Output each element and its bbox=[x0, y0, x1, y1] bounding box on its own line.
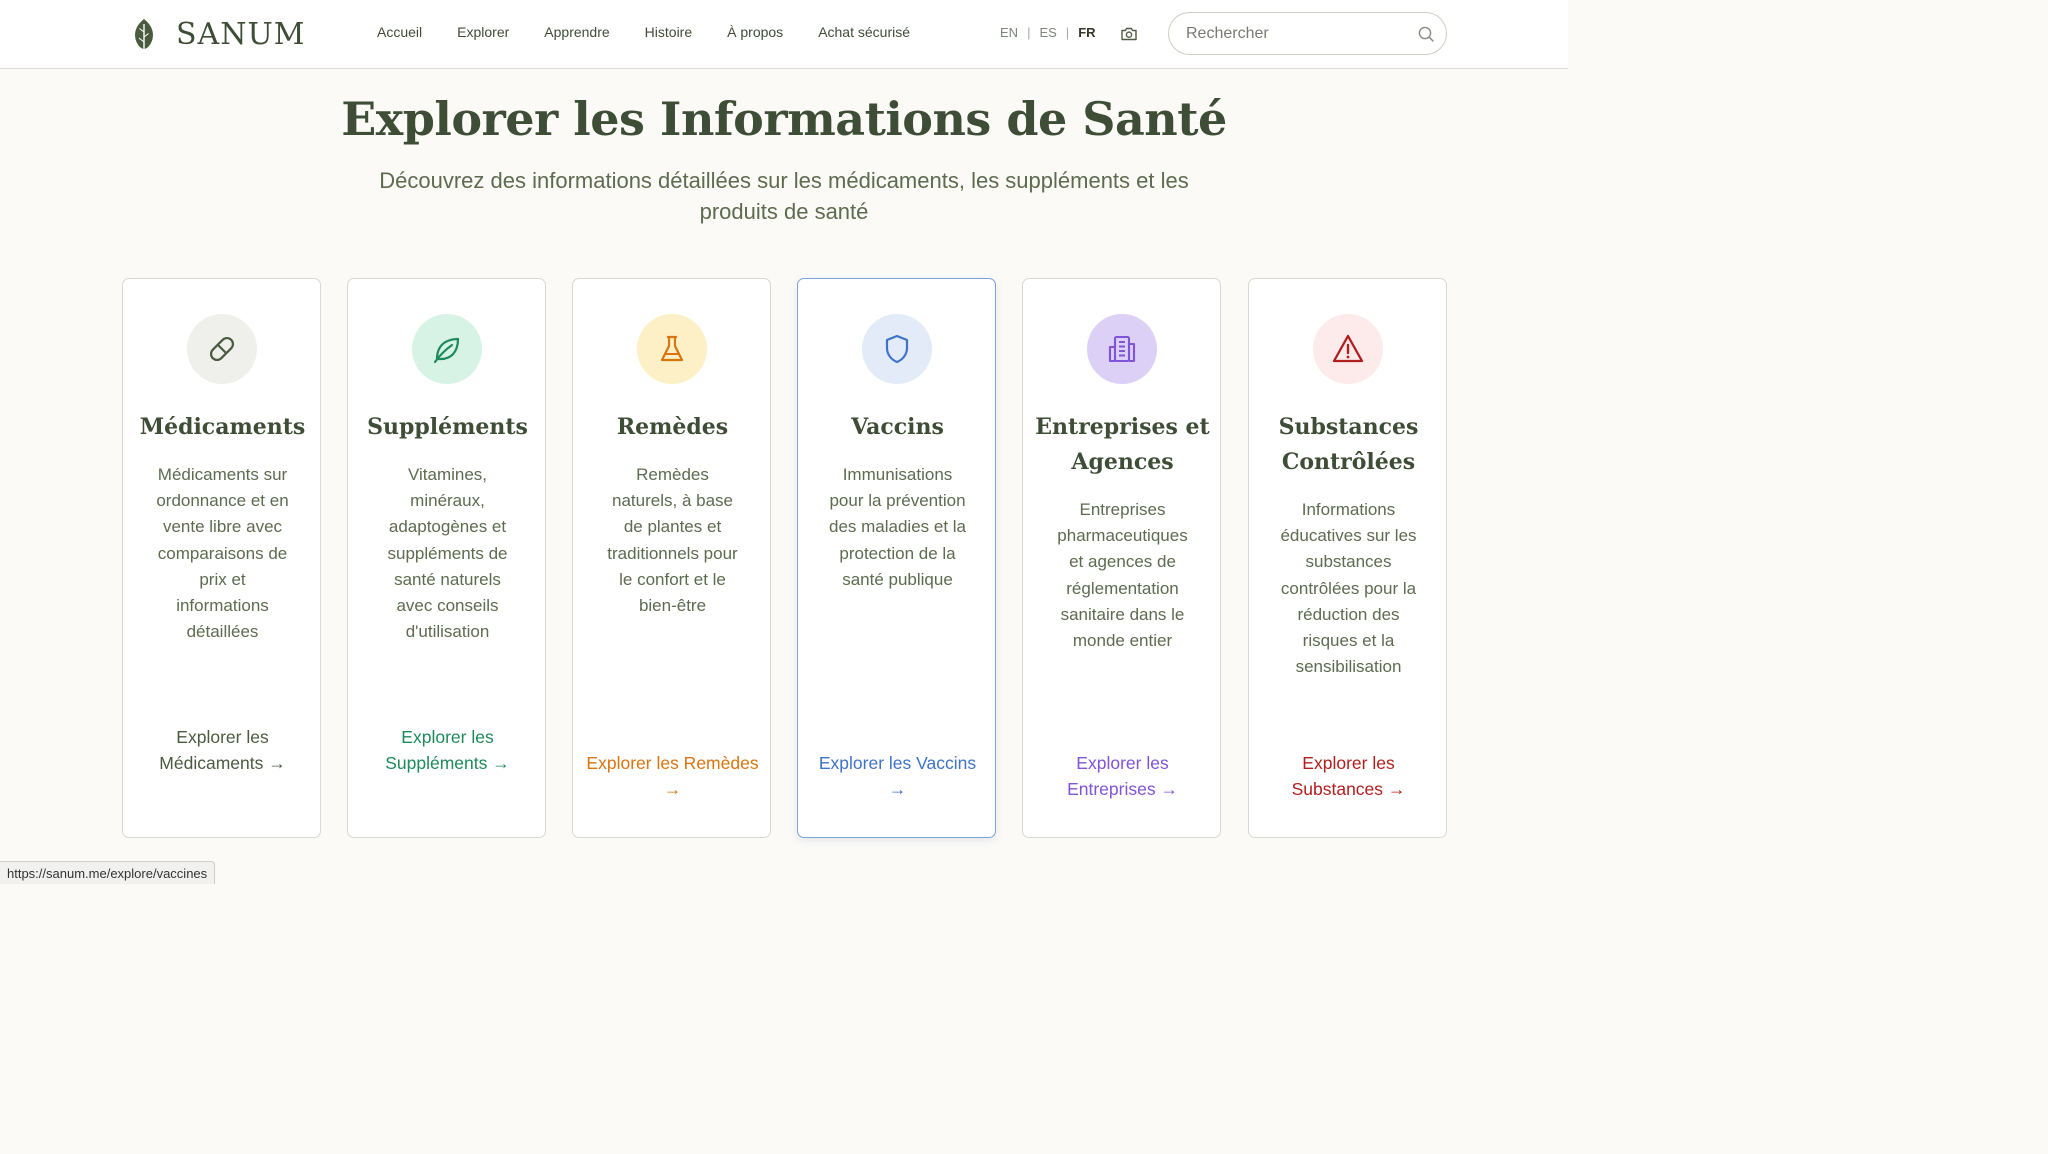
leaf-icon bbox=[433, 337, 460, 364]
lang-es[interactable]: ES bbox=[1039, 25, 1056, 40]
leaf-logo-icon bbox=[135, 19, 153, 49]
search-box bbox=[1168, 12, 1447, 55]
card-icon-circle bbox=[412, 314, 482, 384]
category-card-substances[interactable]: Substances Contrôlées Informations éduca… bbox=[1248, 278, 1447, 838]
card-link-supplements[interactable]: Explorer les Suppléments → bbox=[358, 724, 537, 776]
flask-icon bbox=[660, 335, 684, 362]
link-status-bar: https://sanum.me/explore/vaccines bbox=[0, 861, 216, 884]
card-description: Remèdes naturels, à base de plantes et t… bbox=[607, 465, 738, 616]
search-input[interactable] bbox=[1186, 13, 1406, 54]
card-icon-circle bbox=[637, 314, 707, 384]
card-link-vaccins[interactable]: Explorer les Vaccins → bbox=[808, 750, 987, 802]
card-title: Vaccins bbox=[851, 414, 944, 440]
card-title: Suppléments bbox=[367, 414, 528, 440]
brand-name: SANUM bbox=[176, 16, 306, 52]
card-link-medicaments[interactable]: Explorer les Médicaments → bbox=[133, 724, 312, 776]
nav-item-achat-securise[interactable]: Achat sécurisé bbox=[818, 24, 910, 40]
page-subtitle: Découvrez des informations détaillées su… bbox=[379, 168, 1189, 224]
top-navbar: SANUM Accueil Explorer Apprendre Histoir… bbox=[0, 0, 1568, 69]
pill-icon bbox=[209, 336, 235, 362]
card-icon-circle bbox=[187, 314, 257, 384]
lang-separator: | bbox=[1027, 25, 1031, 40]
nav-item-explorer[interactable]: Explorer bbox=[457, 24, 509, 40]
nav-item-a-propos[interactable]: À propos bbox=[727, 24, 783, 40]
card-icon-circle bbox=[1087, 314, 1157, 384]
nav-item-accueil[interactable]: Accueil bbox=[377, 24, 422, 40]
brand-logo[interactable]: SANUM bbox=[132, 16, 305, 52]
card-icon-circle bbox=[1313, 314, 1383, 384]
card-description: Vitamines, minéraux, adaptogènes et supp… bbox=[387, 465, 508, 642]
category-card-supplements[interactable]: Suppléments Vitamines, minéraux, adaptog… bbox=[347, 278, 546, 838]
shield-icon bbox=[885, 334, 909, 364]
card-link-substances[interactable]: Explorer les Substances → bbox=[1259, 750, 1438, 802]
lang-separator: | bbox=[1065, 25, 1070, 40]
lang-fr[interactable]: FR bbox=[1078, 25, 1095, 40]
camera-icon[interactable] bbox=[1119, 24, 1139, 44]
building-icon bbox=[1108, 335, 1136, 363]
nav-item-histoire[interactable]: Histoire bbox=[645, 24, 692, 40]
page-title: Explorer les Informations de Santé bbox=[341, 92, 1227, 146]
card-description: Informations éducatives sur les substanc… bbox=[1280, 500, 1417, 677]
card-description: Immunisations pour la prévention des mal… bbox=[828, 465, 967, 589]
card-description: Médicaments sur ordonnance et en vente l… bbox=[156, 465, 289, 642]
category-card-entreprises[interactable]: Entreprises et Agences Entreprises pharm… bbox=[1022, 278, 1221, 838]
card-icon-circle bbox=[862, 314, 932, 384]
lang-en[interactable]: EN bbox=[1000, 25, 1018, 40]
card-link-remedes[interactable]: Explorer les Remèdes → bbox=[583, 750, 762, 802]
card-title: Substances Contrôlées bbox=[1278, 414, 1419, 475]
main-nav: Accueil Explorer Apprendre Histoire À pr… bbox=[377, 24, 945, 40]
category-card-remedes[interactable]: Remèdes Remèdes naturels, à base de plan… bbox=[572, 278, 771, 838]
card-title: Remèdes bbox=[616, 414, 729, 440]
search-icon[interactable] bbox=[1417, 25, 1435, 43]
card-description: Entreprises pharmaceutiques et agences d… bbox=[1057, 500, 1188, 651]
card-title: Médicaments bbox=[139, 414, 306, 440]
warning-icon bbox=[1332, 334, 1364, 363]
nav-item-apprendre[interactable]: Apprendre bbox=[544, 24, 609, 40]
language-switcher: EN | ES | FR bbox=[1000, 25, 1096, 40]
category-card-medicaments[interactable]: Médicaments Médicaments sur ordonnance e… bbox=[122, 278, 321, 838]
category-card-vaccins[interactable]: Vaccins Immunisations pour la prévention… bbox=[797, 278, 996, 838]
card-title: Entreprises et Agences bbox=[1035, 414, 1210, 475]
card-link-entreprises[interactable]: Explorer les Entreprises → bbox=[1033, 750, 1212, 802]
